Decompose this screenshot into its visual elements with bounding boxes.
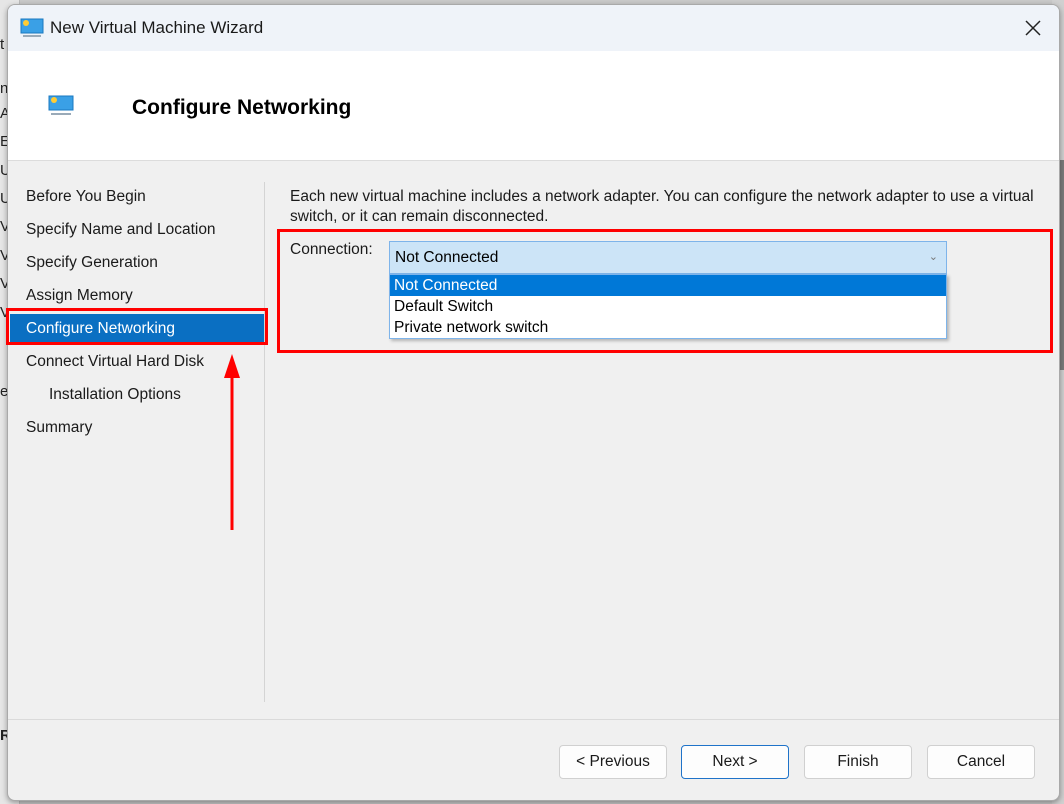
- nav-divider: [264, 182, 265, 702]
- finish-button[interactable]: Finish: [804, 745, 912, 779]
- cancel-button[interactable]: Cancel: [927, 745, 1035, 779]
- footer-divider: [8, 719, 1059, 720]
- nav-step-before-you-begin[interactable]: Before You Begin: [10, 182, 264, 212]
- close-icon: [1025, 20, 1041, 36]
- wizard-window: New Virtual Machine Wizard Configure Net…: [7, 4, 1060, 801]
- close-button[interactable]: [1007, 5, 1059, 51]
- annotation-highlight-nav: [6, 308, 268, 345]
- nav-step-specify-generation[interactable]: Specify Generation: [10, 248, 264, 278]
- previous-button[interactable]: < Previous: [559, 745, 667, 779]
- nav-step-specify-name-location[interactable]: Specify Name and Location: [10, 215, 264, 245]
- wizard-header: Configure Networking: [8, 51, 1059, 161]
- virtual-machine-icon: [48, 95, 74, 115]
- annotation-arrow-up-icon: [224, 354, 240, 530]
- page-title: Configure Networking: [132, 96, 352, 119]
- description-text: Each new virtual machine includes a netw…: [290, 188, 1034, 225]
- next-button[interactable]: Next >: [681, 745, 789, 779]
- window-title: New Virtual Machine Wizard: [50, 18, 264, 37]
- title-bar: New Virtual Machine Wizard: [8, 5, 1059, 51]
- annotation-highlight-connection: [277, 229, 1053, 353]
- networking-content: Each new virtual machine includes a netw…: [290, 187, 1050, 339]
- virtual-machine-icon: [20, 18, 44, 37]
- nav-step-assign-memory[interactable]: Assign Memory: [10, 281, 264, 311]
